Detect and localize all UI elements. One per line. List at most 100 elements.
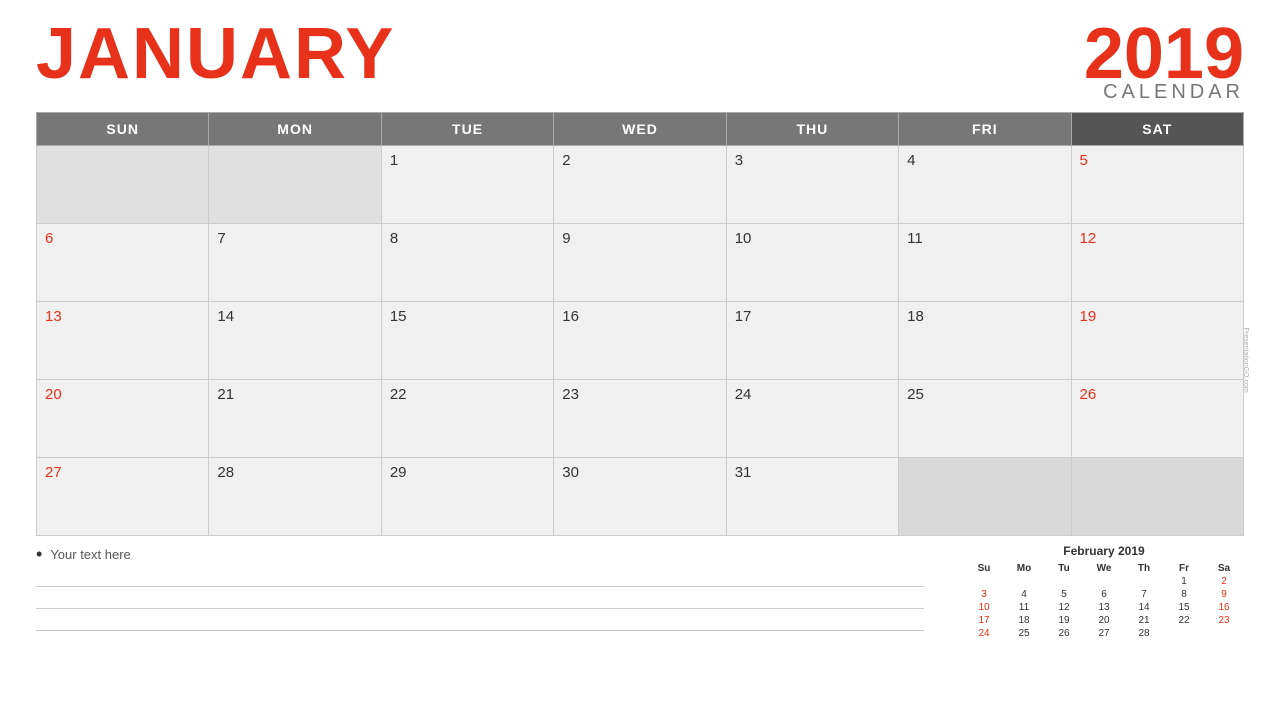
mini-cal-table: SuMoTuWeThFrSa 1234567891011121314151617… (964, 562, 1244, 640)
year-block: 2019 CALENDAR (1084, 18, 1244, 102)
header-mon: MON (209, 113, 381, 146)
calendar-day: 22 (381, 380, 553, 458)
mini-day: 2 (1204, 575, 1244, 588)
mini-header-tu: Tu (1044, 562, 1084, 575)
mini-day: 24 (964, 627, 1004, 640)
notes-line-3 (36, 615, 924, 631)
calendar-day: 9 (554, 224, 726, 302)
mini-day: 16 (1204, 601, 1244, 614)
mini-day: 7 (1124, 588, 1164, 601)
mini-day (1044, 575, 1084, 588)
mini-day: 13 (1084, 601, 1124, 614)
calendar-day: 28 (209, 458, 381, 536)
calendar-day: 1 (381, 146, 553, 224)
mini-header-mo: Mo (1004, 562, 1044, 575)
mini-day: 27 (1084, 627, 1124, 640)
mini-day: 14 (1124, 601, 1164, 614)
calendar-day: 29 (381, 458, 553, 536)
mini-day (1004, 575, 1044, 588)
mini-day: 10 (964, 601, 1004, 614)
header-sun: SUN (37, 113, 209, 146)
calendar-day: 6 (37, 224, 209, 302)
calendar-day: 19 (1071, 302, 1243, 380)
calendar-day: 4 (899, 146, 1071, 224)
mini-cal-header: SuMoTuWeThFrSa (964, 562, 1244, 575)
mini-header-we: We (1084, 562, 1124, 575)
calendar-body: 1234567891011121314151617181920212223242… (37, 146, 1244, 536)
calendar-day: 26 (1071, 380, 1243, 458)
days-header-row: SUN MON TUE WED THU FRI SAT (37, 113, 1244, 146)
mini-header-sa: Sa (1204, 562, 1244, 575)
calendar-day (37, 146, 209, 224)
header-sat: SAT (1071, 113, 1243, 146)
mini-header-th: Th (1124, 562, 1164, 575)
calendar-label: CALENDAR (1084, 82, 1244, 102)
mini-day: 1 (1164, 575, 1204, 588)
mini-week-2: 3456789 (964, 588, 1244, 601)
calendar-day: 7 (209, 224, 381, 302)
calendar-header: SUN MON TUE WED THU FRI SAT (37, 113, 1244, 146)
mini-day: 9 (1204, 588, 1244, 601)
notes-section: • Your text here (36, 544, 964, 637)
mini-day (1164, 627, 1204, 640)
footer: • Your text here February 2019 SuMoTuWeT… (0, 536, 1280, 640)
mini-day: 21 (1124, 614, 1164, 627)
notes-lines (36, 571, 924, 631)
calendar-week-1: 12345 (37, 146, 1244, 224)
mini-day: 25 (1004, 627, 1044, 640)
mini-day: 12 (1044, 601, 1084, 614)
calendar-day: 8 (381, 224, 553, 302)
header-wed: WED (554, 113, 726, 146)
mini-week-3: 10111213141516 (964, 601, 1244, 614)
mini-week-4: 17181920212223 (964, 614, 1244, 627)
mini-day: 4 (1004, 588, 1044, 601)
month-title: JANUARY (36, 18, 395, 90)
mini-day (1084, 575, 1124, 588)
calendar-day: 17 (726, 302, 898, 380)
notes-line-2 (36, 593, 924, 609)
mini-day: 15 (1164, 601, 1204, 614)
header-fri: FRI (899, 113, 1071, 146)
calendar-day: 25 (899, 380, 1071, 458)
calendar-day (899, 458, 1071, 536)
mini-header-su: Su (964, 562, 1004, 575)
mini-day: 11 (1004, 601, 1044, 614)
calendar-day: 27 (37, 458, 209, 536)
mini-day: 8 (1164, 588, 1204, 601)
side-watermark: PresentationGO.com (1242, 327, 1249, 392)
calendar-day: 12 (1071, 224, 1243, 302)
bullet-icon: • (36, 544, 42, 565)
mini-week-1: 12 (964, 575, 1244, 588)
calendar-table: SUN MON TUE WED THU FRI SAT 123456789101… (36, 112, 1244, 536)
calendar-week-2: 6789101112 (37, 224, 1244, 302)
mini-week-5: 2425262728 (964, 627, 1244, 640)
calendar-day: 30 (554, 458, 726, 536)
calendar-day: 24 (726, 380, 898, 458)
calendar-day: 3 (726, 146, 898, 224)
calendar-day: 2 (554, 146, 726, 224)
calendar-day: 20 (37, 380, 209, 458)
calendar-day: 16 (554, 302, 726, 380)
calendar-day: 14 (209, 302, 381, 380)
calendar-wrapper: SUN MON TUE WED THU FRI SAT 123456789101… (0, 112, 1280, 536)
mini-calendar-title: February 2019 (964, 544, 1244, 558)
calendar-day: 11 (899, 224, 1071, 302)
calendar-week-5: 2728293031 (37, 458, 1244, 536)
calendar-week-3: 13141516171819 (37, 302, 1244, 380)
calendar-week-4: 20212223242526 (37, 380, 1244, 458)
notes-text: Your text here (50, 547, 130, 562)
calendar-day: 21 (209, 380, 381, 458)
mini-header-fr: Fr (1164, 562, 1204, 575)
mini-header-row: SuMoTuWeThFrSa (964, 562, 1244, 575)
mini-day: 26 (1044, 627, 1084, 640)
mini-day: 23 (1204, 614, 1244, 627)
mini-day (1124, 575, 1164, 588)
calendar-day: 15 (381, 302, 553, 380)
mini-day: 17 (964, 614, 1004, 627)
calendar-day: 31 (726, 458, 898, 536)
mini-calendar: February 2019 SuMoTuWeThFrSa 12345678910… (964, 544, 1244, 640)
notes-bullet: • Your text here (36, 544, 924, 565)
year-number: 2019 (1084, 18, 1244, 90)
mini-day: 28 (1124, 627, 1164, 640)
header-tue: TUE (381, 113, 553, 146)
